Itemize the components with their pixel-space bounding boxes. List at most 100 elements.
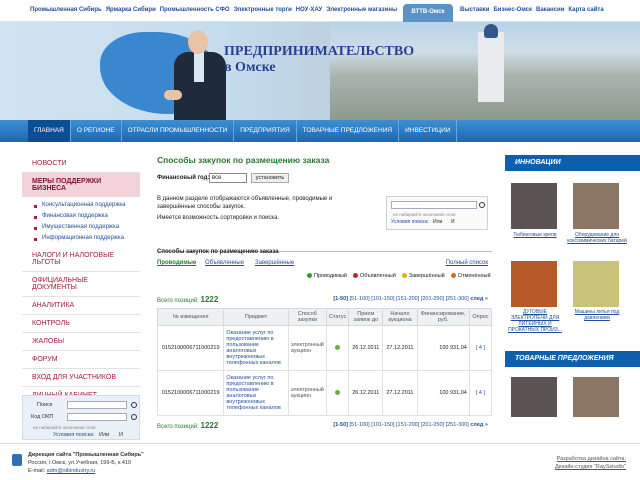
- nav-goods[interactable]: ТОВАРНЫЕ ПРЕДЛОЖЕНИЯ: [297, 120, 400, 142]
- hero-banner: ПРЕДПРИНИМАТЕЛЬСТВО в Омске: [0, 22, 640, 120]
- top-link[interactable]: Выставки: [460, 7, 489, 13]
- footer-org: Дирекция сайта "Промышленная Сибирь": [28, 452, 144, 458]
- top-link[interactable]: Промышленная Сибирь: [30, 7, 102, 13]
- cell-number: 0152100006711000219: [156, 370, 225, 416]
- main-navigation: ГЛАВНАЯ О РЕГИОНЕ ОТРАСЛИ ПРОМЫШЛЕННОСТИ…: [0, 120, 640, 142]
- top-link[interactable]: Электронные торги: [234, 7, 292, 13]
- col-header[interactable]: Прием заявок до: [348, 308, 384, 326]
- product-caption[interactable]: Оборудование для коксохимических батарей: [567, 232, 627, 244]
- top-link[interactable]: Ярмарка Сибири: [106, 7, 156, 13]
- content: Способы закупок по размещению заказа Фин…: [156, 155, 493, 430]
- pager-next[interactable]: след »: [470, 296, 488, 302]
- innovations-header: ИННОВАЦИИ: [505, 155, 640, 171]
- nav-enterprises[interactable]: ПРЕДПРИЯТИЯ: [234, 120, 297, 142]
- top-link[interactable]: Бизнес-Омск: [493, 7, 532, 13]
- pager-link[interactable]: [101-150]: [371, 296, 394, 302]
- submenu-item[interactable]: Информационная поддержка: [22, 233, 140, 244]
- product-caption[interactable]: Машины литья под давлением: [567, 309, 627, 321]
- footer-email-link[interactable]: adm@sibindustry.ru: [47, 468, 96, 474]
- hero-subtitle: в Омске: [224, 60, 276, 75]
- top-link[interactable]: НОУ-ХАУ: [296, 7, 322, 13]
- cell-poll-link[interactable]: [ 4 ]: [468, 325, 493, 371]
- pager-link[interactable]: [151-200]: [396, 422, 419, 428]
- product-thumb[interactable]: [511, 261, 557, 307]
- pager-link[interactable]: [151-200]: [396, 296, 419, 302]
- pager-link[interactable]: [201-250]: [421, 422, 444, 428]
- pager-link[interactable]: [1-50]: [333, 296, 348, 302]
- okp-search-icon[interactable]: [131, 414, 137, 420]
- sidebar-item[interactable]: ОФИЦИАЛЬНЫЕ ДОКУМЕНТЫ: [22, 272, 140, 297]
- product-thumb[interactable]: [573, 377, 619, 417]
- search-icon[interactable]: [131, 402, 137, 408]
- search-and[interactable]: И: [119, 432, 123, 438]
- product-thumb[interactable]: [573, 261, 619, 307]
- active-top-tab[interactable]: ВТТВ-Омск: [403, 4, 453, 22]
- col-header[interactable]: Предмет: [223, 308, 289, 326]
- legend-item: Завершённый: [401, 273, 445, 279]
- product-thumb[interactable]: [511, 183, 557, 229]
- pager-link[interactable]: [51-100]: [350, 422, 370, 428]
- cell-poll-link[interactable]: [ 4 ]: [468, 370, 493, 416]
- pager-next[interactable]: след »: [470, 422, 488, 428]
- col-header[interactable]: Начало аукциона: [382, 308, 418, 326]
- pager-link[interactable]: [201-250]: [421, 296, 444, 302]
- nav-region[interactable]: О РЕГИОНЕ: [71, 120, 122, 142]
- legend-item: Проводимый: [307, 273, 347, 279]
- nav-investments[interactable]: ИНВЕСТИЦИИ: [399, 120, 458, 142]
- apply-button[interactable]: установить: [251, 173, 289, 183]
- footer-studio-link[interactable]: Дизайн-студия "RaySstudio": [555, 464, 626, 470]
- col-header[interactable]: Опрос: [468, 308, 493, 326]
- total-count: Всего позиций: 1222: [157, 295, 219, 304]
- content-search-or[interactable]: Или: [433, 219, 442, 225]
- pager-top: [1-50] [51-100] [101-150] [151-200] [201…: [333, 296, 488, 302]
- content-search-and[interactable]: И: [451, 219, 455, 225]
- top-link[interactable]: Вакансии: [536, 7, 564, 13]
- tab-active[interactable]: Проводимые: [157, 260, 196, 266]
- submenu-item[interactable]: Финансовая поддержка: [22, 211, 140, 222]
- sidebar-item-news[interactable]: НОВОСТИ: [22, 155, 140, 173]
- col-header[interactable]: Способ закупки: [287, 308, 328, 326]
- table-row: 0152100006711000219 Оказание услуг по пр…: [156, 370, 493, 416]
- product-thumb[interactable]: [573, 183, 619, 229]
- cell-funding: 100 931,04: [416, 325, 470, 371]
- pager-link[interactable]: [251-300]: [446, 296, 469, 302]
- sidebar-item-support[interactable]: МЕРЫ ПОДДЕРЖКИ БИЗНЕСА: [22, 173, 140, 197]
- legend-item: Отменённый: [450, 273, 491, 279]
- product-thumb[interactable]: [511, 377, 557, 417]
- sidebar-item[interactable]: ФОРУМ: [22, 351, 140, 369]
- search-or[interactable]: Или: [99, 432, 109, 438]
- search-label: Поиск: [37, 402, 53, 408]
- year-select[interactable]: все: [209, 173, 247, 183]
- cell-subject-link[interactable]: Оказание услуг по предоставлению в польз…: [223, 325, 289, 371]
- product-caption[interactable]: Тюбинговые крепи: [507, 232, 563, 238]
- product-caption[interactable]: ДУГОВЫЕ ЭЛЕКТРОПЕЧИ ДЛЯ ЛИТЕЙНЫХ И ПРОКА…: [507, 309, 563, 333]
- sidebar-item[interactable]: ЖАЛОБЫ: [22, 333, 140, 351]
- top-link[interactable]: Промышленность СФО: [160, 7, 230, 13]
- tab-announced[interactable]: Объявленные: [205, 260, 244, 266]
- sidebar-item[interactable]: ВХОД ДЛЯ УЧАСТНИКОВ: [22, 369, 140, 387]
- tab-completed[interactable]: Завершённые: [255, 260, 294, 266]
- top-link[interactable]: Карта сайта: [568, 7, 603, 13]
- pager-link[interactable]: [101-150]: [371, 422, 394, 428]
- footer-dev-label[interactable]: Разработка дизайна сайта:: [557, 456, 626, 462]
- search-input[interactable]: [67, 401, 127, 409]
- nav-home[interactable]: ГЛАВНАЯ: [28, 120, 71, 142]
- submenu-item[interactable]: Имущественная поддержка: [22, 222, 140, 233]
- pager-link[interactable]: [251-300]: [446, 422, 469, 428]
- submenu-item[interactable]: Консультационная поддержка: [22, 200, 140, 211]
- full-list-link[interactable]: Полный список: [446, 260, 488, 266]
- top-link[interactable]: Электронные магазины: [326, 7, 397, 13]
- content-search-input[interactable]: [391, 201, 477, 209]
- search-icon[interactable]: [479, 202, 485, 208]
- col-header[interactable]: Статус: [326, 308, 350, 326]
- sidebar-item[interactable]: АНАЛИТИКА: [22, 297, 140, 315]
- col-header[interactable]: № извещения: [156, 308, 225, 326]
- nav-industries[interactable]: ОТРАСЛИ ПРОМЫШЛЕННОСТИ: [122, 120, 235, 142]
- pager-link[interactable]: [1-50]: [333, 422, 348, 428]
- okp-input[interactable]: [67, 413, 127, 421]
- pager-link[interactable]: [51-100]: [350, 296, 370, 302]
- col-header[interactable]: Финансирование, руб.: [416, 308, 470, 326]
- sidebar-item[interactable]: КОНТРОЛЬ: [22, 315, 140, 333]
- sidebar-item[interactable]: НАЛОГИ И НАЛОГОВЫЕ ЛЬГОТЫ: [22, 247, 140, 272]
- cell-subject-link[interactable]: Оказание услуг по предоставлению в польз…: [223, 370, 289, 416]
